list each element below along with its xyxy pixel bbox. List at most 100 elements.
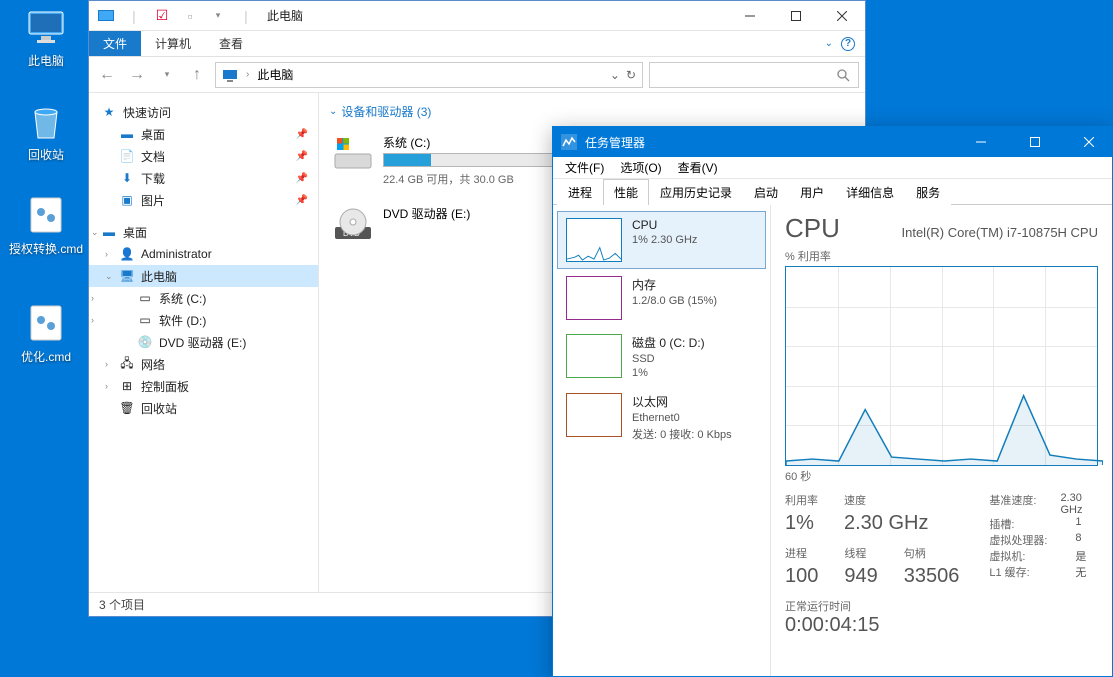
nav-up-button[interactable]: ↑ bbox=[185, 63, 209, 87]
cpu-graph[interactable] bbox=[785, 266, 1098, 466]
tree-network[interactable]: ›🖧网络 bbox=[89, 353, 318, 375]
drive-c[interactable]: 系统 (C:) 22.4 GB 可用，共 30.0 GB bbox=[329, 130, 577, 191]
tab-file[interactable]: 文件 bbox=[89, 31, 141, 56]
ribbon-tabs: 文件 计算机 查看 ⌄ ? bbox=[89, 31, 865, 57]
tree-drive-d[interactable]: ›▭软件 (D:) bbox=[89, 309, 318, 331]
tab-performance[interactable]: 性能 bbox=[603, 179, 649, 205]
recycle-icon: 🗑 bbox=[119, 400, 135, 416]
drive-name: 系统 (C:) bbox=[383, 134, 573, 151]
perf-detail-pane: CPU Intel(R) Core(TM) i7-10875H CPU % 利用… bbox=[771, 205, 1112, 676]
download-icon: ⬇ bbox=[119, 170, 135, 186]
desktop-icon-cmd2[interactable]: 优化.cmd bbox=[8, 302, 84, 365]
pin-icon: 📌 bbox=[296, 151, 308, 162]
ethernet-mini-graph bbox=[566, 393, 622, 437]
tree-downloads[interactable]: ⬇下载📌 bbox=[89, 167, 318, 189]
expand-icon[interactable]: › bbox=[91, 293, 94, 303]
tab-details[interactable]: 详细信息 bbox=[835, 179, 905, 205]
breadcrumb-root-sep[interactable]: › bbox=[246, 69, 249, 80]
cpu-spec-list: 基准速度:2.30 GHz 插槽:1 虚拟处理器:8 虚拟机:是 L1 缓存:无 bbox=[989, 492, 1098, 588]
qat-dropdown[interactable]: ▾ bbox=[207, 5, 229, 27]
cmd-file-icon bbox=[25, 302, 67, 344]
disc-drive-icon: DVD bbox=[333, 205, 373, 245]
window-title: 此电脑 bbox=[267, 7, 303, 24]
tab-services[interactable]: 服务 bbox=[905, 179, 951, 205]
search-input[interactable] bbox=[649, 62, 859, 88]
tree-dvd[interactable]: 💿DVD 驱动器 (E:) bbox=[89, 331, 318, 353]
help-icon[interactable]: ? bbox=[841, 37, 855, 51]
tree-control-panel[interactable]: ›⊞控制面板 bbox=[89, 375, 318, 397]
tree-pictures[interactable]: ▣图片📌 bbox=[89, 189, 318, 211]
drive-free-space: 22.4 GB 可用，共 30.0 GB bbox=[383, 171, 573, 187]
nav-recent-dropdown[interactable]: ▾ bbox=[155, 63, 179, 87]
expand-icon[interactable]: › bbox=[105, 249, 108, 259]
tab-processes[interactable]: 进程 bbox=[557, 179, 603, 205]
tree-drive-c[interactable]: ›▭系统 (C:) bbox=[89, 287, 318, 309]
perf-item-cpu[interactable]: CPU1% 2.30 GHz bbox=[557, 211, 766, 269]
desktop-icon: ▬ bbox=[119, 126, 135, 142]
tab-view[interactable]: 查看 bbox=[205, 31, 257, 56]
stat-utilization: 1% bbox=[785, 512, 818, 535]
tree-administrator[interactable]: ›👤Administrator bbox=[89, 243, 318, 265]
tree-desktop-root[interactable]: ⌄▬桌面 bbox=[89, 221, 318, 243]
qat-sep: | bbox=[123, 5, 145, 27]
maximize-button[interactable] bbox=[773, 1, 819, 31]
time-axis-label: 60 秒 bbox=[785, 468, 1098, 484]
taskmgr-tabs: 进程 性能 应用历史记录 启动 用户 详细信息 服务 bbox=[553, 179, 1112, 205]
tab-app-history[interactable]: 应用历史记录 bbox=[649, 179, 743, 205]
util-axis-label: % 利用率 bbox=[785, 248, 1098, 264]
address-bar[interactable]: › 此电脑 ⌄ ↻ bbox=[215, 62, 643, 88]
collapse-icon[interactable]: ⌄ bbox=[105, 271, 113, 282]
nav-forward-button[interactable]: → bbox=[125, 63, 149, 87]
tab-startup[interactable]: 启动 bbox=[743, 179, 789, 205]
uptime-value: 0:00:04:15 bbox=[785, 614, 1098, 637]
qat-file-icon[interactable]: ▫ bbox=[179, 5, 201, 27]
breadcrumb[interactable]: 此电脑 bbox=[257, 66, 293, 83]
document-icon: 📄 bbox=[119, 148, 135, 164]
stat-speed: 2.30 GHz bbox=[844, 512, 928, 535]
expand-icon[interactable]: › bbox=[105, 359, 108, 369]
pin-icon: 📌 bbox=[296, 173, 308, 184]
disk-mini-graph bbox=[566, 334, 622, 378]
ribbon-expand-icon[interactable]: ⌄ bbox=[825, 38, 833, 49]
perf-item-memory[interactable]: 内存1.2/8.0 GB (15%) bbox=[557, 269, 766, 327]
expand-icon[interactable]: › bbox=[105, 381, 108, 391]
perf-item-disk[interactable]: 磁盘 0 (C: D:)SSD1% bbox=[557, 327, 766, 386]
menu-options[interactable]: 选项(O) bbox=[614, 159, 667, 176]
taskmgr-titlebar[interactable]: 任务管理器 bbox=[553, 127, 1112, 157]
tab-users[interactable]: 用户 bbox=[789, 179, 835, 205]
menu-view[interactable]: 查看(V) bbox=[672, 159, 724, 176]
close-button[interactable] bbox=[1066, 127, 1112, 157]
tree-quick-access[interactable]: ★快速访问 bbox=[89, 101, 318, 123]
tree-documents[interactable]: 📄文档📌 bbox=[89, 145, 318, 167]
pictures-icon: ▣ bbox=[119, 192, 135, 208]
recycle-bin-icon bbox=[25, 100, 67, 142]
tree-this-pc[interactable]: ⌄🖥此电脑 bbox=[89, 265, 318, 287]
desktop-icon-this-pc[interactable]: 此电脑 bbox=[8, 6, 84, 69]
memory-mini-graph bbox=[566, 276, 622, 320]
desktop-icon-recycle-bin[interactable]: 回收站 bbox=[8, 100, 84, 163]
nav-back-button[interactable]: ← bbox=[95, 63, 119, 87]
expand-icon[interactable]: › bbox=[91, 315, 94, 325]
maximize-button[interactable] bbox=[1012, 127, 1058, 157]
refresh-icon[interactable]: ↻ bbox=[626, 68, 636, 82]
menu-file[interactable]: 文件(F) bbox=[559, 159, 610, 176]
tree-recycle-bin[interactable]: 🗑回收站 bbox=[89, 397, 318, 419]
collapse-icon[interactable]: ⌄ bbox=[329, 106, 337, 117]
explorer-titlebar[interactable]: | ☑ ▫ ▾ | 此电脑 bbox=[89, 1, 865, 31]
perf-item-ethernet[interactable]: 以太网Ethernet0发送: 0 接收: 0 Kbps bbox=[557, 386, 766, 449]
address-dropdown-icon[interactable]: ⌄ bbox=[610, 68, 620, 82]
collapse-icon[interactable]: ⌄ bbox=[91, 227, 99, 238]
drive-icon: ▭ bbox=[137, 312, 153, 328]
tab-computer[interactable]: 计算机 bbox=[141, 31, 205, 56]
qat-explorer-icon[interactable] bbox=[95, 5, 117, 27]
tree-desktop[interactable]: ▬桌面📌 bbox=[89, 123, 318, 145]
desktop-icon-cmd1[interactable]: 授权转换.cmd bbox=[8, 194, 84, 257]
close-button[interactable] bbox=[819, 1, 865, 31]
qat-properties-icon[interactable]: ☑ bbox=[151, 5, 173, 27]
navigation-pane: ★快速访问 ▬桌面📌 📄文档📌 ⬇下载📌 ▣图片📌 ⌄▬桌面 ›👤Adminis… bbox=[89, 93, 319, 592]
minimize-button[interactable] bbox=[727, 1, 773, 31]
cpu-mini-graph bbox=[566, 218, 622, 262]
minimize-button[interactable] bbox=[958, 127, 1004, 157]
taskmgr-title: 任务管理器 bbox=[585, 134, 645, 151]
control-panel-icon: ⊞ bbox=[119, 378, 135, 394]
